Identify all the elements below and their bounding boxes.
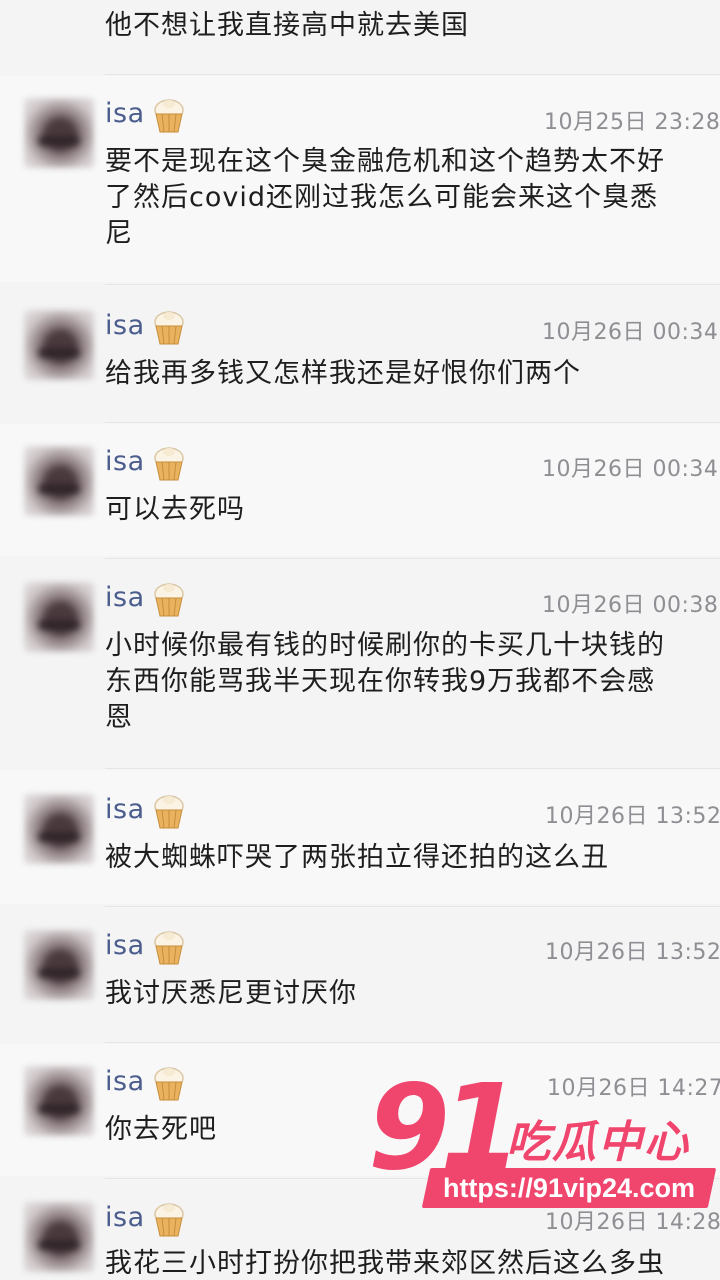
message-time: 10月26日 00:38: [542, 593, 719, 618]
divider: [105, 768, 720, 769]
avatar[interactable]: [24, 1202, 94, 1272]
message-text: 我讨厌悉尼更讨厌你: [105, 978, 357, 1009]
message-text: 要不是现在这个臭金融危机和这个趋势太不好 了然后covid还刚过我怎么可能会来这…: [105, 146, 665, 249]
avatar[interactable]: [24, 930, 94, 1000]
message-time: 10月26日 13:52: [545, 804, 720, 829]
cupcake-icon: [154, 447, 184, 481]
divider: [105, 906, 720, 907]
sender-name[interactable]: isa: [105, 582, 145, 613]
watermark-url-banner: https://91vip24.com: [421, 1168, 717, 1208]
sender-name[interactable]: isa: [105, 1202, 145, 1233]
sender-name[interactable]: isa: [105, 1066, 145, 1097]
watermark-logo: 91 吃瓜中心 https://91vip24.com: [368, 1068, 720, 1220]
cupcake-icon: [154, 931, 184, 965]
chat-message[interactable]: isa 10月26日 13:52 被大蜘蛛吓哭了两张拍立得还拍的这么丑: [0, 770, 720, 904]
cupcake-icon: [154, 99, 184, 133]
cupcake-icon: [154, 1203, 184, 1237]
sender-name[interactable]: isa: [105, 930, 145, 961]
message-time: 10月26日 00:34: [542, 320, 719, 345]
cupcake-icon: [154, 583, 184, 617]
chat-message[interactable]: isa 10月25日 23:28 要不是现在这个臭金融危机和这个趋势太不好 了然…: [0, 76, 720, 282]
chat-history-screen: 他不想让我直接高中就去美国 isa 10月25日 23:28 要不是现在这个臭金…: [0, 0, 720, 1280]
sender-name[interactable]: isa: [105, 446, 145, 477]
message-text: 可以去死吗: [105, 494, 245, 525]
divider: [105, 284, 720, 285]
message-text: 我花三小时打扮你把我带来郊区然后这么多虫: [105, 1248, 665, 1279]
sender-name[interactable]: isa: [105, 310, 145, 341]
watermark-url: https://91vip24.com: [442, 1173, 696, 1203]
message-text: 小时候你最有钱的时候刷你的卡买几十块钱的 东西你能骂我半天现在你转我9万我都不会…: [105, 630, 665, 733]
divider: [105, 74, 720, 75]
message-text: 他不想让我直接高中就去美国: [105, 10, 469, 41]
cupcake-icon: [154, 1067, 184, 1101]
watermark-title: 吃瓜中心: [506, 1117, 690, 1168]
divider: [105, 422, 720, 423]
message-fragment: 他不想让我直接高中就去美国: [0, 0, 720, 70]
message-time: 10月25日 23:28: [544, 110, 720, 135]
divider: [105, 1042, 720, 1043]
avatar[interactable]: [24, 582, 94, 652]
avatar[interactable]: [24, 310, 94, 380]
message-time: 10月26日 13:52: [545, 940, 720, 965]
chat-message[interactable]: isa 10月26日 00:38 小时候你最有钱的时候刷你的卡买几十块钱的 东西…: [0, 560, 720, 766]
cupcake-icon: [154, 311, 184, 345]
divider: [105, 558, 720, 559]
message-text: 给我再多钱又怎样我还是好恨你们两个: [105, 358, 581, 389]
avatar[interactable]: [24, 98, 94, 168]
chat-message[interactable]: isa 10月26日 00:34 可以去死吗: [0, 424, 720, 556]
sender-name[interactable]: isa: [105, 794, 145, 825]
chat-message[interactable]: isa 10月26日 00:34 给我再多钱又怎样我还是好恨你们两个: [0, 286, 720, 420]
message-text: 被大蜘蛛吓哭了两张拍立得还拍的这么丑: [105, 842, 609, 873]
avatar[interactable]: [24, 446, 94, 516]
avatar[interactable]: [24, 1066, 94, 1136]
cupcake-icon: [154, 795, 184, 829]
chat-message[interactable]: isa 10月26日 13:52 我讨厌悉尼更讨厌你: [0, 908, 720, 1040]
avatar[interactable]: [24, 794, 94, 864]
message-time: 10月26日 00:34: [542, 457, 719, 482]
sender-name[interactable]: isa: [105, 98, 145, 129]
